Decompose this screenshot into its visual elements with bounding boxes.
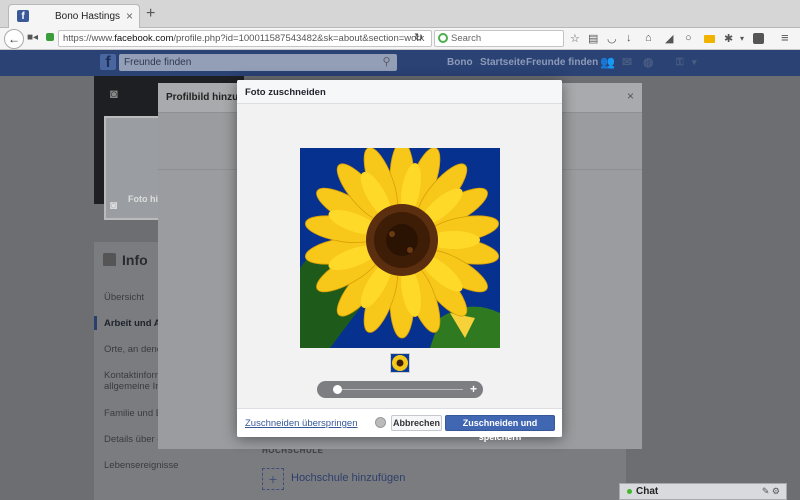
add-hochschule-link[interactable]: Hochschule hinzufügen <box>291 472 405 484</box>
facebook-search-input[interactable]: Freunde finden <box>119 54 397 71</box>
send-icon[interactable]: ◢ <box>665 32 673 45</box>
lock-icon <box>46 33 54 41</box>
sidebar-item-life-events[interactable]: Lebensereignisse <box>104 460 178 471</box>
browser-search-placeholder: Search <box>451 33 482 44</box>
browser-tab-bar: f Bono Hastings × + <box>0 0 800 28</box>
sidebar-item-work[interactable]: Arbeit und Ai <box>104 318 163 329</box>
crop-thumbnail[interactable] <box>390 353 410 373</box>
person-icon <box>103 253 116 266</box>
zoom-slider-handle[interactable] <box>333 385 342 394</box>
search-engine-icon <box>438 33 448 43</box>
info-heading: Info <box>122 252 148 268</box>
sunflower-image <box>300 148 500 348</box>
extension-icon[interactable]: ✱ <box>724 32 733 45</box>
save-page-icon[interactable] <box>753 33 764 44</box>
browser-nav-bar: ← ■◂ https://www.facebook.com/profile.ph… <box>0 28 800 50</box>
new-tab-icon[interactable]: + <box>146 5 155 23</box>
add-icon[interactable]: + <box>262 468 284 490</box>
facebook-top-bar: f Freunde finden ⚲ Bono Startseite Freun… <box>0 50 800 118</box>
camera-icon[interactable]: ◙ <box>110 86 118 101</box>
back-button[interactable]: ← <box>4 29 24 49</box>
nav-find-friends[interactable]: Freunde finden <box>526 57 598 68</box>
star-icon[interactable]: ☆ <box>570 32 580 45</box>
zoom-slider-track <box>337 389 463 390</box>
search-icon[interactable]: ⚲ <box>376 54 397 71</box>
messages-icon[interactable]: ✉ <box>622 55 632 69</box>
facebook-favicon-icon: f <box>17 10 29 22</box>
crop-image[interactable] <box>300 148 500 348</box>
reload-icon[interactable]: ↻ <box>414 31 423 44</box>
online-status-icon <box>627 489 632 494</box>
pocket-icon[interactable]: ◡ <box>607 32 617 45</box>
account-menu-icon[interactable]: ▾ <box>692 57 697 68</box>
menu-icon[interactable]: ≡ <box>781 30 789 45</box>
chat-label: Chat <box>636 486 659 497</box>
home-icon[interactable]: ⌂ <box>645 32 652 44</box>
sidebar-item-details[interactable]: Details über d <box>104 434 163 445</box>
skip-crop-link[interactable]: Zuschneiden überspringen <box>245 418 358 429</box>
url-prefix: https://www. <box>63 33 115 44</box>
zoom-slider[interactable]: + <box>317 381 483 398</box>
extension-dropdown-icon[interactable]: ▾ <box>740 34 744 43</box>
sidebar-item-contact[interactable]: Kontaktinform <box>104 370 163 381</box>
url-path: /profile.php?id=100011587543482&sk=about… <box>173 33 425 44</box>
privacy-icon[interactable]: ⚿ <box>676 57 684 68</box>
chat-settings-icon[interactable]: ✎ ⚙ <box>762 484 780 499</box>
close-tab-icon[interactable]: × <box>126 9 133 23</box>
friend-requests-icon[interactable]: 👥 <box>600 55 615 69</box>
url-domain: facebook.com <box>114 33 174 44</box>
sidebar-item-overview[interactable]: Übersicht <box>104 292 144 303</box>
browser-tab[interactable]: f Bono Hastings × <box>8 4 140 28</box>
nav-home[interactable]: Startseite <box>480 57 526 68</box>
notifications-icon[interactable]: ◍ <box>643 55 653 69</box>
download-icon[interactable]: ↓ <box>626 32 632 44</box>
chat-bar[interactable]: Chat ✎ ⚙ <box>619 483 787 500</box>
dialog-title: Profilbild hinzufü <box>166 92 248 103</box>
reading-list-icon[interactable]: ▤ <box>588 32 598 45</box>
browser-search-input[interactable]: Search <box>434 30 564 47</box>
crop-photo-dialog: Foto zuschneiden + Zuschneiden übersprin… <box>237 80 562 442</box>
crop-and-save-button[interactable]: Zuschneiden und speichern <box>445 415 555 442</box>
sidebar-item-family[interactable]: Familie und B <box>104 408 162 419</box>
facebook-logo-icon[interactable]: f <box>100 54 116 71</box>
zoom-in-icon[interactable]: + <box>470 382 477 396</box>
sunflower-thumbnail-image <box>391 354 409 372</box>
close-icon[interactable]: × <box>627 89 634 103</box>
crop-dialog-header: Foto zuschneiden <box>237 80 562 104</box>
chat-bubble-icon[interactable]: ○ <box>685 32 692 44</box>
camera-icon: ◙ <box>110 198 118 212</box>
nav-user[interactable]: Bono <box>447 57 473 68</box>
camera-icon[interactable]: ■◂ <box>27 32 38 43</box>
cancel-button[interactable]: Abbrechen <box>391 415 442 431</box>
sidebar-active-indicator <box>94 316 97 330</box>
crop-dialog-title: Foto zuschneiden <box>245 87 326 98</box>
sidebar-item-places[interactable]: Orte, an dene <box>104 344 162 355</box>
crop-dialog-footer: Zuschneiden überspringen Abbrechen Zusch… <box>237 408 562 442</box>
tab-title: Bono Hastings <box>55 11 121 22</box>
notes-icon[interactable] <box>704 35 715 43</box>
globe-icon <box>375 417 386 428</box>
url-bar[interactable]: https://www.facebook.com/profile.php?id=… <box>58 30 432 47</box>
sidebar-item-contact-line2[interactable]: allgemeine Inf <box>104 381 163 392</box>
